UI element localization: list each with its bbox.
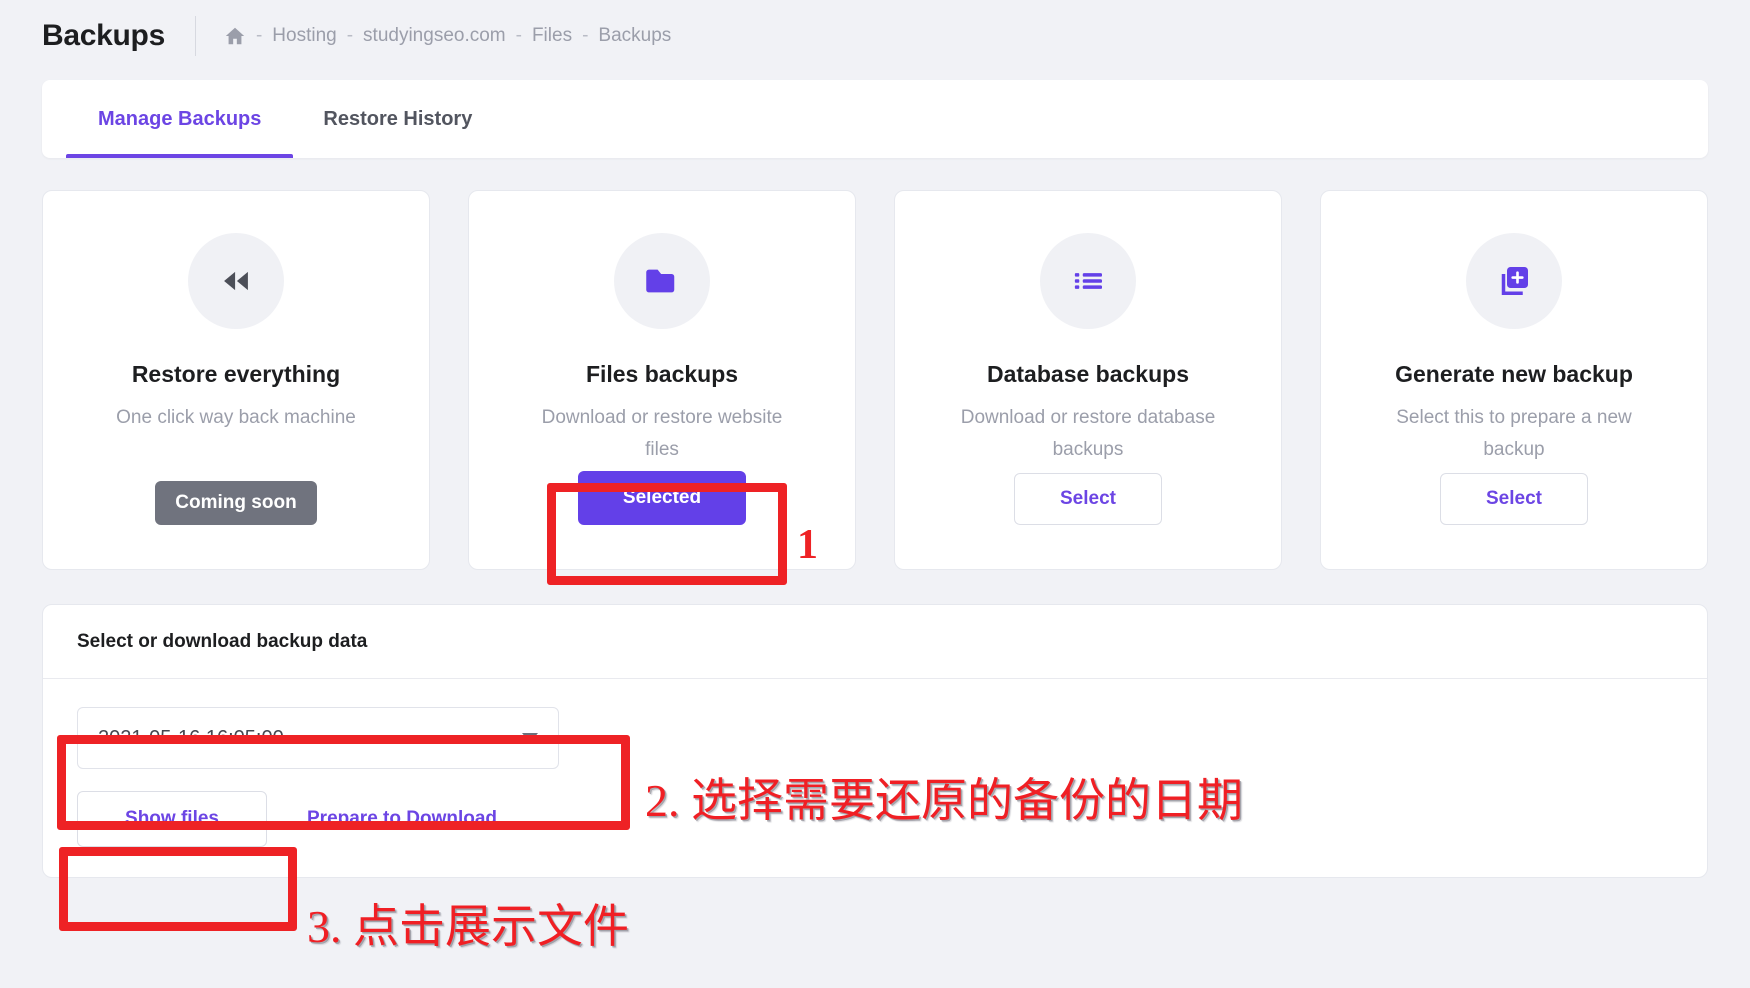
- card-description: Download or restore database backups: [960, 407, 1216, 460]
- card-title: Files backups: [585, 361, 739, 387]
- breadcrumb-item-files[interactable]: Files: [532, 25, 572, 47]
- generate-backup-select-button[interactable]: Select: [1440, 473, 1588, 525]
- breadcrumb-item-backups[interactable]: Backups: [598, 25, 671, 47]
- library-add-icon: [1501, 267, 1528, 295]
- card-files-backups[interactable]: Files backups Download or restore websit…: [468, 190, 856, 570]
- chevron-down-icon: [522, 733, 538, 743]
- breadcrumb-separator-1: -: [346, 25, 354, 46]
- card-description: One click way back machine: [116, 407, 356, 428]
- backup-date-select-wrap: 2021-05-16 16:05:00: [77, 707, 559, 769]
- annotation-label-3: 3. 点击展示文件: [307, 901, 629, 952]
- annotation-label-2: 2. 选择需要还原的备份的日期: [645, 775, 1243, 826]
- folder-icon-wrap: [614, 233, 710, 329]
- card-database-backups[interactable]: Database backups Download or restore dat…: [894, 190, 1282, 570]
- tabs-bar: Manage Backups Restore History: [42, 80, 1708, 158]
- library-add-icon-wrap: [1466, 233, 1562, 329]
- card-restore-everything[interactable]: Restore everything One click way back ma…: [42, 190, 430, 570]
- home-icon[interactable]: [224, 25, 246, 47]
- page-title: Backups: [42, 19, 165, 52]
- folder-icon: [646, 269, 675, 293]
- backup-options-row: Restore everything One click way back ma…: [42, 190, 1708, 570]
- database-backups-select-button[interactable]: Select: [1014, 473, 1162, 525]
- show-files-button[interactable]: Show files: [77, 791, 267, 847]
- page-root: Backups - Hosting - studyingseo.com - Fi…: [0, 0, 1750, 988]
- rewind-icon: [224, 271, 248, 291]
- backup-date-value: 2021-05-16 16:05:00: [98, 726, 284, 749]
- tab-restore-history[interactable]: Restore History: [319, 80, 476, 158]
- card-description: Select this to prepare a new backup: [1396, 407, 1632, 460]
- list-icon: [1074, 273, 1102, 289]
- prepare-to-download-link[interactable]: Prepare to Download: [307, 808, 497, 830]
- backup-date-select[interactable]: 2021-05-16 16:05:00: [77, 707, 559, 769]
- header-divider: [194, 16, 196, 56]
- card-action: Select: [1014, 473, 1162, 525]
- card-title: Restore everything: [131, 361, 341, 387]
- breadcrumb-separator-2: -: [515, 25, 522, 46]
- card-title: Database backups: [987, 361, 1189, 387]
- breadcrumb-item-domain[interactable]: studyingseo.com: [363, 25, 506, 47]
- card-action: Selected: [578, 471, 746, 525]
- card-description: Download or restore website files: [541, 407, 783, 460]
- card-title: Generate new backup: [1395, 361, 1633, 387]
- rewind-icon-wrap: [188, 233, 284, 329]
- card-generate-new-backup[interactable]: Generate new backup Select this to prepa…: [1320, 190, 1708, 570]
- backup-data-panel: Select or download backup data 2021-05-1…: [42, 604, 1708, 878]
- breadcrumb-separator-3: -: [582, 25, 589, 46]
- breadcrumb-separator-0: -: [255, 25, 263, 46]
- annotation-label-1: 1: [797, 522, 818, 568]
- list-icon-wrap: [1040, 233, 1136, 329]
- tab-manage-backups[interactable]: Manage Backups: [65, 80, 294, 158]
- card-action: Coming soon: [155, 481, 317, 525]
- breadcrumb-item-hosting[interactable]: Hosting: [272, 25, 336, 47]
- tab-manage-backups-label: Manage Backups: [98, 107, 262, 130]
- breadcrumb: - Hosting - studyingseo.com - Files - Ba…: [224, 25, 671, 47]
- coming-soon-badge: Coming soon: [155, 481, 317, 525]
- card-action: Select: [1440, 473, 1588, 525]
- panel-heading: Select or download backup data: [43, 605, 1707, 679]
- files-backups-selected-button[interactable]: Selected: [578, 471, 746, 525]
- page-header: Backups - Hosting - studyingseo.com - Fi…: [0, 0, 1750, 72]
- tab-restore-history-label: Restore History: [323, 107, 473, 130]
